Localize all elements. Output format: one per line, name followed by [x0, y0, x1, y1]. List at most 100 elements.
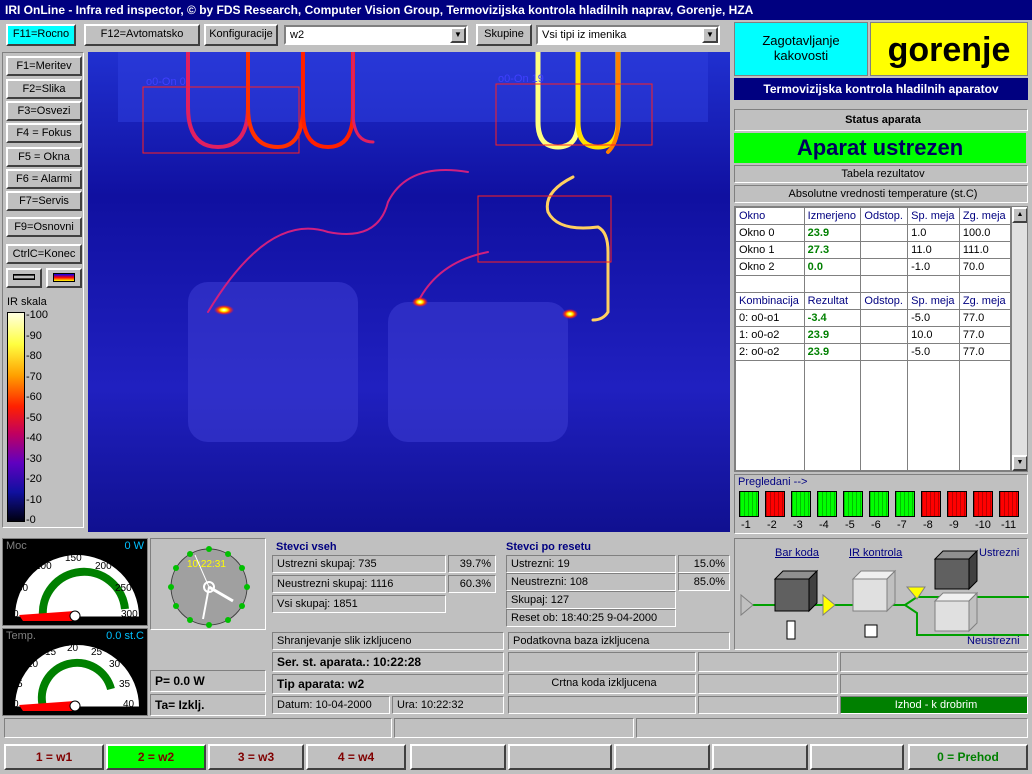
- ustrezni-reset-pct: 15.0%: [678, 555, 730, 573]
- ir-scale-tick: -60: [26, 391, 42, 403]
- pregledani-box: [817, 491, 837, 517]
- neustrezni-label: Neustrezni: [967, 635, 1020, 647]
- table-row[interactable]: Okno 2 0.0 -1.0 70.0: [735, 258, 1012, 276]
- fkey-osnovni[interactable]: F9=Osnovni: [6, 217, 82, 237]
- moc-value: 0 W: [124, 540, 144, 552]
- skupine-select[interactable]: Vsi tipi iz imenika ▼: [536, 25, 720, 45]
- pregledani-index: -3: [793, 519, 803, 531]
- chevron-down-icon[interactable]: ▼: [702, 27, 718, 43]
- table-row[interactable]: Okno 1 27.3 11.0 111.0: [735, 241, 1012, 259]
- pregledani-index: -4: [819, 519, 829, 531]
- col-header: Rezultat: [803, 292, 862, 310]
- fkey-alarmi[interactable]: F6 = Alarmi: [6, 169, 82, 189]
- gauge-tick: 250: [115, 583, 132, 594]
- table-scrollbar[interactable]: ▲ ▼: [1011, 207, 1027, 471]
- ir-scale-tick: -20: [26, 473, 42, 485]
- cell: 111.0: [958, 241, 1012, 259]
- table-row[interactable]: 0: o0-o1 -3.4 -5.0 77.0: [735, 309, 1012, 327]
- status-strip-3: [636, 718, 1028, 738]
- empty-field: [698, 674, 838, 694]
- table-row[interactable]: 2: o0-o2 23.9 -5.0 77.0: [735, 343, 1012, 361]
- manual-mode-button[interactable]: F11=Rocno: [6, 24, 76, 46]
- crtna-koda-status: Crtna koda izkljucena: [508, 674, 696, 694]
- skupine-button[interactable]: Skupine: [476, 24, 532, 46]
- fkey-osvezi[interactable]: F3=Osvezi: [6, 101, 82, 121]
- neustrezni-skupaj-pct: 60.3%: [448, 575, 496, 593]
- select-w1-button[interactable]: 1 = w1: [4, 744, 104, 770]
- cell: 77.0: [958, 326, 1012, 344]
- table-header-row: Okno Izmerjeno Odstop. Sp. meja Zg. meja: [735, 207, 1012, 225]
- gauge-tick: 50: [17, 583, 29, 594]
- temp-label: Temp.: [6, 630, 36, 642]
- process-diagram: Bar koda IR kontrola Ustrezni Neustrezni: [734, 538, 1029, 650]
- pregledani-index: -7: [897, 519, 907, 531]
- fkey-servis[interactable]: F7=Servis: [6, 191, 82, 211]
- konfiguracije-button[interactable]: Konfiguracije: [204, 24, 278, 46]
- fkey-konec[interactable]: CtrlC=Konec: [6, 244, 82, 264]
- pregledani-box: [843, 491, 863, 517]
- ir-kontrola-label: IR kontrola: [849, 547, 903, 559]
- temp-value: 0.0 st.C: [106, 630, 144, 642]
- cell: -1.0: [907, 258, 960, 276]
- ustrezni-reset: Ustrezni: 19: [506, 555, 676, 573]
- cell: 77.0: [958, 343, 1012, 361]
- neustrezni-skupaj: Neustrezni skupaj: 1116: [272, 575, 446, 593]
- scroll-up-icon[interactable]: ▲: [1012, 207, 1027, 223]
- gauge-tick: 15: [45, 647, 57, 658]
- empty-slot-button[interactable]: [508, 744, 612, 770]
- gorenje-logo: gorenje: [870, 22, 1028, 76]
- fkey-meritev[interactable]: F1=Meritev: [6, 56, 82, 76]
- fkey-slika[interactable]: F2=Slika: [6, 79, 82, 99]
- konfiguracije-value: w2: [290, 29, 305, 41]
- table-row[interactable]: Okno 0 23.9 1.0 100.0: [735, 224, 1012, 242]
- zagotavljanje-panel: Zagotavljanje kakovosti: [734, 22, 868, 76]
- grayscale-palette-button[interactable]: [6, 268, 42, 288]
- pregledani-index: -8: [923, 519, 933, 531]
- okna-table: Okno Izmerjeno Odstop. Sp. meja Zg. meja…: [735, 207, 1012, 471]
- prehod-button[interactable]: 0 = Prehod: [908, 744, 1028, 770]
- ir-scale-tick: -50: [26, 411, 42, 424]
- color-palette-button[interactable]: [46, 268, 82, 288]
- results-table-panel: Okno Izmerjeno Odstop. Sp. meja Zg. meja…: [734, 206, 1028, 472]
- select-w2-button[interactable]: 2 = w2: [106, 744, 206, 770]
- neustrezni-reset: Neustrezni: 108: [506, 573, 676, 591]
- konfiguracije-select[interactable]: w2 ▼: [284, 25, 468, 45]
- pregledani-index: -9: [949, 519, 959, 531]
- moc-gauge: Moc 0 W 0 50 100 150 200 250 300: [2, 538, 148, 626]
- ir-scale-tick: -40: [26, 432, 42, 444]
- select-w3-button[interactable]: 3 = w3: [208, 744, 304, 770]
- scroll-down-icon[interactable]: ▼: [1012, 455, 1027, 471]
- pregledani-box: [739, 491, 759, 517]
- empty-field: [698, 652, 838, 672]
- pregledani-box: [869, 491, 889, 517]
- cell: 10.0: [907, 326, 960, 344]
- baza-status: Podatkovna baza izkljucena: [508, 632, 730, 650]
- ir-scale-tick: -70: [26, 370, 42, 383]
- window-1-label: o0-On 19: [498, 73, 544, 85]
- tip-aparata: Tip aparata: w2: [272, 674, 504, 694]
- table-row[interactable]: 1: o0-o2 23.9 10.0 77.0: [735, 326, 1012, 344]
- ustrezni-skupaj: Ustrezni skupaj: 735: [272, 555, 446, 573]
- stevci-vseh-title: Stevci vseh: [276, 541, 337, 553]
- select-w4-button[interactable]: 4 = w4: [306, 744, 406, 770]
- datum: Datum: 10-04-2000: [272, 696, 390, 714]
- thermal-image[interactable]: o0-On 0 o0-On 19: [88, 52, 730, 532]
- pregledani-index: -5: [845, 519, 855, 531]
- pregledani-box: [791, 491, 811, 517]
- cell: 0.0: [803, 258, 862, 276]
- cell: -3.4: [803, 309, 862, 327]
- chevron-down-icon[interactable]: ▼: [450, 27, 466, 43]
- auto-mode-button[interactable]: F12=Avtomatsko: [84, 24, 200, 46]
- pregledani-panel: Pregledani --> -1 -2 -3 -4 -5 -6 -7 -8 -9 -10 -11: [734, 474, 1028, 534]
- gauge-tick: 40: [123, 699, 135, 710]
- cell: 1: o0-o2: [735, 326, 805, 344]
- col-header: Sp. meja: [907, 292, 960, 310]
- neustrezni-reset-pct: 85.0%: [678, 573, 730, 591]
- empty-slot-button[interactable]: [410, 744, 506, 770]
- ir-scale-tick: -0: [26, 514, 36, 526]
- empty-slot-button[interactable]: [712, 744, 808, 770]
- fkey-okna[interactable]: F5 = Okna: [6, 147, 82, 167]
- empty-slot-button[interactable]: [810, 744, 904, 770]
- fkey-fokus[interactable]: F4 = Fokus: [6, 123, 82, 143]
- empty-slot-button[interactable]: [614, 744, 710, 770]
